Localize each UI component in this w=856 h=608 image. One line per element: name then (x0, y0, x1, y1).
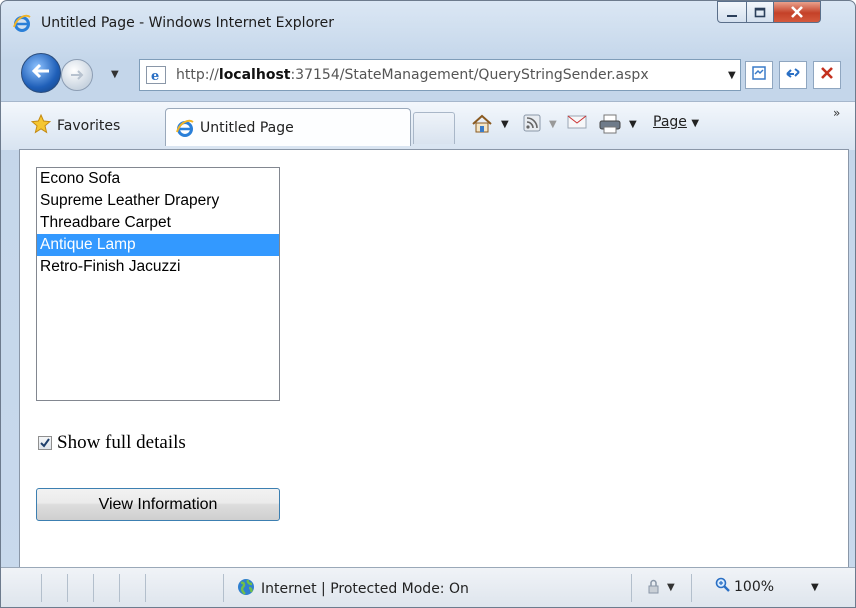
print-dropdown-icon[interactable]: ▼ (629, 119, 637, 130)
arrow-right-icon (70, 66, 84, 85)
new-tab-button[interactable] (413, 112, 455, 144)
refresh-button[interactable] (779, 61, 807, 89)
read-mail-icon[interactable] (567, 114, 587, 134)
tab-untitled-page[interactable]: Untitled Page (165, 108, 411, 146)
minimize-button[interactable] (717, 1, 747, 23)
close-icon (790, 3, 804, 22)
list-item[interactable]: Retro-Finish Jacuzzi (37, 256, 279, 278)
list-item[interactable]: Antique Lamp (37, 234, 279, 256)
tab-ie-icon (176, 119, 194, 137)
zoom-control[interactable]: 100% (715, 577, 774, 597)
stop-button[interactable] (813, 61, 841, 89)
back-button[interactable] (21, 53, 61, 93)
zone-text: Internet | Protected Mode: On (261, 581, 469, 597)
list-item[interactable]: Supreme Leather Drapery (37, 190, 279, 212)
stop-icon (820, 66, 834, 84)
arrow-left-icon (31, 63, 51, 83)
zoom-dropdown-icon[interactable]: ▼ (811, 582, 819, 593)
zoom-level: 100% (734, 579, 775, 595)
page-menu-label: Page (653, 114, 687, 130)
window-title: Untitled Page - Windows Internet Explore… (41, 15, 334, 31)
show-details-label: Show full details (57, 432, 186, 453)
feeds-icon[interactable] (523, 114, 541, 136)
url-path: :37154/StateManagement/QueryStringSender… (290, 67, 649, 83)
status-divider (67, 574, 68, 602)
status-divider (631, 574, 632, 602)
chevron-more-icon[interactable]: » (833, 106, 840, 120)
address-dropdown-icon[interactable]: ▼ (728, 70, 736, 81)
favorites-star-icon (30, 113, 52, 138)
compatibility-view-button[interactable] (745, 61, 773, 89)
minimize-icon (726, 3, 738, 22)
show-details-checkbox[interactable] (38, 436, 52, 450)
feeds-dropdown-icon[interactable]: ▼ (549, 119, 557, 130)
favorites-button[interactable]: Favorites (30, 113, 121, 138)
url-prefix: http:// (176, 67, 219, 83)
list-item[interactable]: Econo Sofa (37, 168, 279, 190)
status-divider (223, 574, 224, 602)
print-icon[interactable] (599, 114, 621, 138)
favorites-label: Favorites (57, 118, 121, 134)
security-zone[interactable]: Internet | Protected Mode: On (237, 578, 469, 600)
zoom-icon (715, 577, 731, 597)
status-divider (119, 574, 120, 602)
address-bar[interactable]: e http://localhost:37154/StateManagement… (139, 59, 741, 91)
close-window-button[interactable] (773, 1, 821, 23)
view-information-button[interactable]: View Information (36, 488, 280, 521)
status-divider (691, 574, 692, 602)
status-divider (41, 574, 42, 602)
status-divider (145, 574, 146, 602)
page-content: Econo Sofa Supreme Leather Drapery Threadb… (19, 149, 849, 567)
status-divider (93, 574, 94, 602)
home-icon[interactable] (471, 114, 493, 138)
ie-logo-icon (13, 14, 31, 32)
page-menu-chevron-icon: ▼ (691, 118, 700, 129)
browser-window: Untitled Page - Windows Internet Explore… (0, 0, 856, 608)
page-icon: e (146, 66, 166, 84)
refresh-icon (784, 65, 802, 85)
url-text[interactable]: http://localhost:37154/StateManagement/Q… (176, 67, 649, 83)
lock-icon[interactable] (643, 579, 661, 599)
maximize-button[interactable] (746, 1, 774, 23)
lock-dropdown-icon[interactable]: ▼ (667, 582, 675, 593)
recent-pages-dropdown-icon[interactable]: ▼ (111, 69, 119, 80)
globe-icon (237, 578, 255, 600)
tab-label: Untitled Page (200, 120, 294, 136)
forward-button[interactable] (61, 59, 93, 91)
maximize-icon (754, 3, 766, 22)
favorites-bar: Favorites Untitled Page ▼ ▼ ▼ Page ▼ » (1, 101, 855, 150)
svg-text:e: e (151, 69, 159, 83)
show-details-checkbox-row[interactable]: Show full details (38, 432, 186, 454)
url-host: localhost (218, 67, 291, 83)
title-bar: Untitled Page - Windows Internet Explore… (1, 1, 855, 49)
page-menu-button[interactable]: Page ▼ (653, 114, 699, 130)
product-listbox[interactable]: Econo Sofa Supreme Leather Drapery Threadb… (36, 167, 280, 401)
status-bar: Internet | Protected Mode: On ▼ 100% ▼ (1, 567, 855, 607)
list-item[interactable]: Threadbare Carpet (37, 212, 279, 234)
home-dropdown-icon[interactable]: ▼ (501, 119, 509, 130)
compatibility-icon (751, 65, 767, 85)
